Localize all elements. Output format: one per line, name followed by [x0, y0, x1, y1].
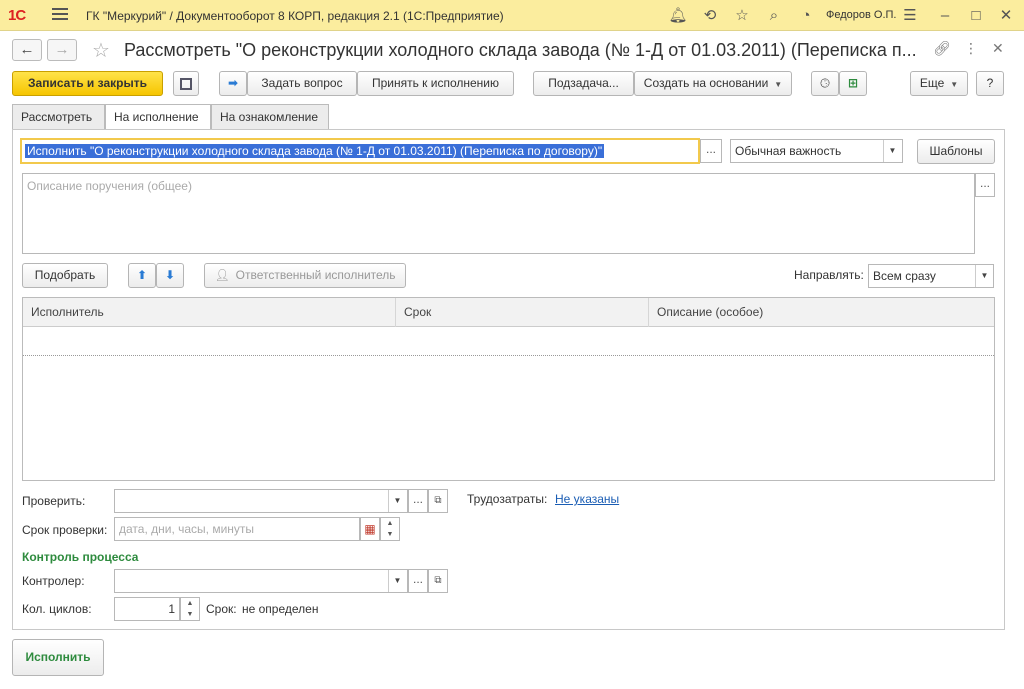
tab-review[interactable]: Рассмотреть — [12, 104, 105, 129]
arrow-left-icon: ← — [19, 41, 35, 58]
forward-task-button[interactable]: ➡ — [219, 71, 247, 96]
description-open-button[interactable]: ... — [975, 173, 995, 197]
term-label: Срок: — [206, 602, 237, 616]
blue-arrow-right-icon: ➡ — [227, 76, 239, 90]
importance-value: Обычная важность — [735, 144, 842, 158]
task-name-text: Исполнить "О реконструкции холодного скл… — [25, 144, 605, 158]
chevron-down-icon: ▼ — [774, 80, 783, 89]
window-title-bar: 1С ГК "Меркурий" / Документооборот 8 КОР… — [0, 0, 1024, 31]
cycles-input[interactable]: 1 — [114, 597, 180, 621]
effort-label: Трудозатраты: — [467, 492, 548, 506]
column-executor[interactable]: Исполнитель — [23, 298, 396, 327]
accept-execution-button[interactable]: Принять к исполнению — [357, 71, 514, 96]
responsible-label: Ответственный исполнитель — [235, 268, 396, 282]
user-icon[interactable]: ◔ — [796, 6, 816, 26]
history-icon[interactable]: ⟲ — [700, 6, 720, 26]
open-icon[interactable]: ⧉ — [428, 569, 448, 593]
1c-logo: 1С — [8, 7, 26, 24]
task-name-input[interactable]: Исполнить "О реконструкции холодного скл… — [20, 138, 700, 164]
check-deadline-placeholder: дата, дни, часы, минуты — [119, 522, 255, 536]
effort-link[interactable]: Не указаны — [555, 492, 619, 506]
direct-label: Направлять: — [794, 268, 864, 282]
close-window-icon[interactable]: ✕ — [996, 6, 1016, 26]
direct-value: Всем сразу — [873, 269, 936, 283]
chevron-down-icon[interactable]: ▼ — [388, 570, 406, 592]
arrow-down-icon: ⬇ — [164, 268, 176, 282]
chevron-down-icon[interactable]: ▼ — [388, 490, 406, 512]
calendar-icon[interactable]: ▦ — [360, 517, 380, 541]
controller-label: Контролер: — [22, 574, 85, 588]
favorite-star-icon[interactable]: ☆ — [92, 38, 110, 63]
back-button[interactable]: ← — [12, 39, 42, 61]
move-up-button[interactable]: ⬆ — [128, 263, 156, 288]
favorites-star-icon[interactable]: ☆ — [732, 6, 752, 26]
clock-button[interactable]: 🕓︎ — [811, 71, 839, 96]
clock-icon: 🕓︎ — [820, 76, 830, 90]
search-icon[interactable]: ⌕ — [764, 6, 784, 26]
controller-select-button[interactable]: ... — [408, 569, 428, 593]
templates-button[interactable]: Шаблоны — [917, 139, 995, 164]
subtask-button[interactable]: Подзадача... — [533, 71, 634, 96]
more-button[interactable]: Еще ▼ — [910, 71, 968, 96]
close-form-icon[interactable]: ✕ — [992, 40, 1004, 57]
chevron-down-icon: ▼ — [950, 80, 959, 89]
tab-execution[interactable]: На исполнение — [105, 104, 211, 130]
floppy-disk-icon — [180, 78, 192, 90]
create-based-on-label: Создать на основании — [643, 76, 769, 90]
arrow-up-icon: ⬆ — [136, 268, 148, 282]
save-button[interactable] — [173, 71, 199, 96]
link-icon[interactable]: 🔗︎ — [933, 40, 951, 57]
more-label: Еще — [919, 76, 945, 90]
open-icon[interactable]: ⧉ — [428, 489, 448, 513]
move-down-button[interactable]: ⬇ — [156, 263, 184, 288]
page-title: Рассмотреть "О реконструкции холодного с… — [124, 40, 917, 60]
current-user[interactable]: Федоров О.П. — [826, 9, 897, 21]
description-textarea[interactable]: Описание поручения (общее) — [22, 173, 975, 254]
tab-acquaintance[interactable]: На ознакомление — [211, 104, 329, 129]
forward-button[interactable]: → — [47, 39, 77, 61]
check-deadline-label: Срок проверки: — [22, 523, 108, 537]
menu-icon[interactable] — [52, 8, 68, 22]
cycles-label: Кол. циклов: — [22, 602, 92, 616]
table-header: Исполнитель Срок Описание (особое) — [23, 298, 994, 327]
chevron-down-icon[interactable]: ▼ — [975, 265, 993, 287]
more-vertical-icon[interactable]: ⋮ — [964, 40, 978, 57]
create-based-on-button[interactable]: Создать на основании ▼ — [634, 71, 792, 96]
description-placeholder: Описание поручения (общее) — [27, 179, 192, 193]
check-label: Проверить: — [22, 494, 86, 508]
chevron-down-icon[interactable]: ▼ — [883, 140, 901, 162]
check-deadline-input[interactable]: дата, дни, часы, минуты — [114, 517, 360, 541]
maximize-icon[interactable]: □ — [966, 6, 986, 26]
table-row[interactable] — [23, 327, 994, 356]
executors-table[interactable]: Исполнитель Срок Описание (особое) — [22, 297, 995, 481]
arrow-right-icon: → — [54, 41, 70, 58]
controller-input[interactable] — [114, 569, 408, 593]
add-green-icon: ⊞ — [847, 76, 859, 90]
check-input[interactable] — [114, 489, 408, 513]
importance-select[interactable]: Обычная важность — [730, 139, 903, 163]
column-description[interactable]: Описание (особое) — [649, 298, 994, 327]
execute-button[interactable]: Исполнить — [12, 639, 104, 676]
pick-button[interactable]: Подобрать — [22, 263, 108, 288]
task-name-select-button[interactable]: ... — [700, 139, 722, 163]
cycles-spinner[interactable]: ▲ ▼ — [180, 597, 200, 621]
help-button[interactable]: ? — [976, 71, 1004, 96]
person-icon: 👤︎ — [214, 268, 230, 282]
deadline-spinner[interactable]: ▲ ▼ — [380, 517, 400, 541]
process-control-heading: Контроль процесса — [22, 550, 139, 564]
bell-icon[interactable]: 🔔︎ — [668, 6, 688, 26]
settings-list-icon[interactable]: ☰ — [900, 6, 920, 26]
term-value: не определен — [242, 602, 319, 616]
minimize-icon[interactable]: – — [935, 6, 955, 26]
save-and-close-button[interactable]: Записать и закрыть — [12, 71, 163, 96]
ask-question-button[interactable]: Задать вопрос — [247, 71, 357, 96]
responsible-executor-button[interactable]: 👤︎ Ответственный исполнитель — [204, 263, 406, 288]
add-document-button[interactable]: ⊞ — [839, 71, 867, 96]
app-title: ГК "Меркурий" / Документооборот 8 КОРП, … — [86, 9, 504, 23]
column-deadline[interactable]: Срок — [396, 298, 649, 327]
check-select-button[interactable]: ... — [408, 489, 428, 513]
cycles-value: 1 — [168, 602, 175, 616]
